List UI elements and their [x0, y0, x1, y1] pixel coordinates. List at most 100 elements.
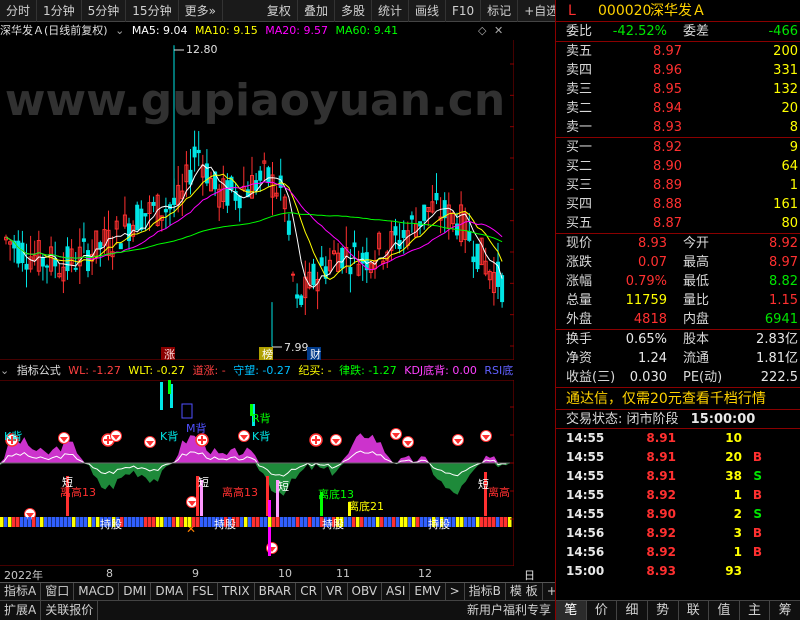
- tab-emv[interactable]: EMV: [410, 583, 446, 600]
- tab-fsl[interactable]: FSL: [188, 583, 219, 600]
- draw-line-button[interactable]: 画线: [409, 0, 446, 22]
- bid-row[interactable]: 买二 8.90 64: [556, 157, 800, 176]
- stat-value: 8.92: [769, 236, 798, 251]
- tab-vr[interactable]: VR: [322, 583, 348, 600]
- overlay-button[interactable]: 叠加: [298, 0, 335, 22]
- signal-strip-cell: [312, 517, 316, 527]
- tab-asi[interactable]: ASI: [382, 583, 411, 600]
- ask-row[interactable]: 卖三 8.95 132: [556, 80, 800, 99]
- signal-strip-cell: [300, 517, 304, 527]
- tab-trix[interactable]: TRIX: [218, 583, 255, 600]
- tab-obv[interactable]: OBV: [348, 583, 383, 600]
- tab-window[interactable]: 窗口: [41, 583, 75, 600]
- signal-strip-cell: [316, 517, 320, 527]
- quote-tab[interactable]: 值: [709, 601, 740, 620]
- statistics-button[interactable]: 统计: [372, 0, 409, 22]
- quote-tab[interactable]: 价: [587, 601, 618, 620]
- indicator-name[interactable]: 指标公式: [17, 364, 61, 377]
- quote-tab[interactable]: 细: [617, 601, 648, 620]
- candle-body: [352, 242, 357, 248]
- signal-strip-cell: [284, 517, 288, 527]
- bid-row[interactable]: 买一 8.92 9: [556, 138, 800, 157]
- signal-strip-cell: [40, 517, 44, 527]
- tab-intraday[interactable]: 分时: [0, 0, 38, 22]
- date-label-dec: 12: [418, 567, 432, 580]
- ask-row[interactable]: 卖二 8.94 20: [556, 99, 800, 118]
- trade-state-label: 交易状态: 闭市阶段: [566, 412, 679, 427]
- candlestick-chart[interactable]: www.gupiaoyuan.cn 12.80 7.99 涨 榜 财 12.50…: [0, 40, 514, 360]
- ask-volume: 200: [773, 44, 798, 59]
- trade-state-time: 15:00:00: [690, 412, 756, 427]
- mark-button[interactable]: 标记: [481, 0, 519, 22]
- tab-scroll-right[interactable]: >: [446, 583, 465, 600]
- tab-macd[interactable]: MACD: [74, 583, 120, 600]
- signal-strip-cell: [252, 517, 256, 527]
- close-icon[interactable]: ✕: [494, 22, 503, 40]
- stock-name: 深华发Ａ: [650, 3, 706, 19]
- chevron-down-icon[interactable]: ⌄: [0, 364, 9, 377]
- adjust-button[interactable]: 复权: [261, 0, 298, 22]
- date-label-oct: 10: [278, 567, 292, 580]
- ask-row[interactable]: 卖一 8.93 8: [556, 118, 800, 137]
- tick-side: B: [752, 488, 762, 502]
- date-label-year: 2022年: [4, 569, 43, 582]
- signal-strip-cell: [84, 517, 88, 527]
- signal-strip-cell: [60, 517, 64, 527]
- indicator-chart[interactable]: ✕ 10.005.000.00-5.00-10.00 K背K背M背R背K背短短短…: [0, 380, 514, 566]
- bid-row[interactable]: 买三 8.89 1: [556, 176, 800, 195]
- signal-bar: [268, 500, 271, 556]
- quote-tab[interactable]: 筹: [770, 601, 800, 620]
- stats2-list: 换手 0.65% 股本 2.83亿 净资 1.24 流通 1.81亿 收益(三) 0.030 PE(…: [556, 330, 800, 387]
- tick-volume: 38: [725, 469, 742, 483]
- related-quote-button[interactable]: 关联报价: [41, 601, 99, 620]
- tab-indicator-a[interactable]: 指标A: [0, 583, 42, 600]
- event-zhang-label[interactable]: 涨: [164, 348, 175, 360]
- tick-time: 14:56: [566, 526, 605, 540]
- chevron-down-icon[interactable]: ⌄: [115, 24, 124, 37]
- quote-tab[interactable]: 笔: [556, 601, 587, 620]
- tab-brar[interactable]: BRAR: [255, 583, 297, 600]
- high-divergence-label: 离高: [488, 485, 510, 499]
- signal-strip-cell: [20, 517, 24, 527]
- tab-more[interactable]: 更多»: [179, 0, 223, 22]
- bid-volume: 161: [773, 197, 798, 212]
- ask-price: 8.93: [653, 120, 682, 135]
- event-cai-label[interactable]: 财: [310, 347, 321, 360]
- signal-strip-cell: [388, 517, 392, 527]
- ask-row[interactable]: 卖四 8.96 331: [556, 61, 800, 80]
- quote-tab[interactable]: 势: [648, 601, 679, 620]
- f10-button[interactable]: F10: [446, 0, 482, 22]
- level2-promo[interactable]: 通达信，仅需20元查看千档行情: [556, 387, 800, 409]
- signal-strip-cell: [380, 517, 384, 527]
- candle-body: [258, 170, 263, 181]
- order-diff-label: 委差: [683, 24, 710, 39]
- signal-strip-cell: [296, 517, 300, 527]
- signal-strip-cell: [72, 517, 76, 527]
- tick-row: 14:55 8.91 10: [556, 429, 800, 448]
- tab-dmi[interactable]: DMI: [119, 583, 152, 600]
- tab-dma[interactable]: DMA: [151, 583, 189, 600]
- signal-strip-cell: [400, 517, 404, 527]
- expand-a-button[interactable]: 扩展A: [0, 601, 42, 620]
- stat-value: 1.81亿: [756, 351, 798, 366]
- status-row: 扩展A 关联报价 新用户福利专享: [0, 600, 555, 620]
- tab-cr[interactable]: CR: [296, 583, 322, 600]
- signal-strip-cell: [136, 517, 140, 527]
- tab-5min[interactable]: 5分钟: [82, 0, 127, 22]
- bid-row[interactable]: 买五 8.87 80: [556, 214, 800, 233]
- signal-strip-cell: [176, 517, 180, 527]
- tab-15min[interactable]: 15分钟: [126, 0, 179, 22]
- signal-strip-cell: [416, 517, 420, 527]
- tab-1min[interactable]: 1分钟: [37, 0, 82, 22]
- quote-tab[interactable]: 联: [679, 601, 710, 620]
- ask-row[interactable]: 卖五 8.97 200: [556, 42, 800, 61]
- quote-tab[interactable]: 主: [740, 601, 771, 620]
- diamond-icon[interactable]: ◇: [478, 22, 486, 40]
- new-user-promo-link[interactable]: 新用户福利专享: [463, 601, 555, 620]
- tick-price: 8.92: [646, 526, 676, 540]
- multi-stock-button[interactable]: 多股: [335, 0, 372, 22]
- tab-indicator-b[interactable]: 指标B: [465, 583, 506, 600]
- bid-row[interactable]: 买四 8.88 161: [556, 195, 800, 214]
- event-bang-label[interactable]: 榜: [262, 347, 273, 360]
- tab-template[interactable]: 模 板: [506, 583, 543, 600]
